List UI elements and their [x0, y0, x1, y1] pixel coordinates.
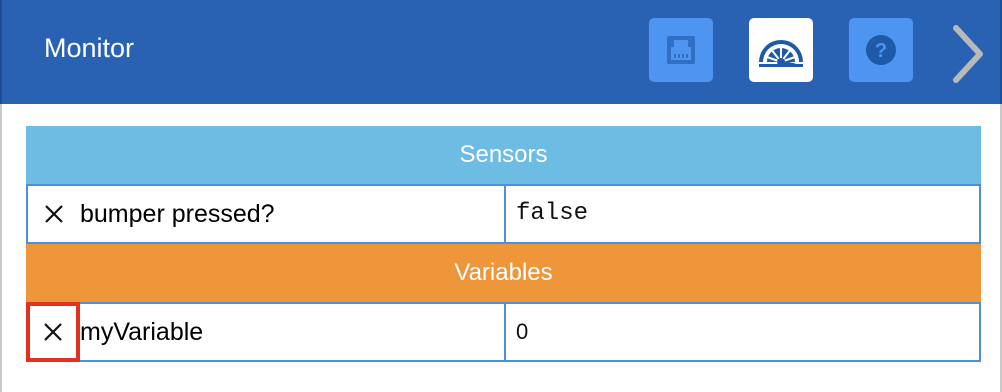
- sensor-label: bumper pressed?: [80, 200, 275, 228]
- column-divider: [504, 186, 506, 242]
- gauge-icon: [759, 40, 803, 67]
- monitor-header: Monitor ?: [0, 0, 1002, 104]
- monitor-gauge-button[interactable]: [749, 18, 813, 82]
- close-icon: [45, 205, 63, 223]
- page-title: Monitor: [44, 33, 135, 63]
- help-button[interactable]: ?: [849, 18, 913, 82]
- sensor-row-bumper: bumper pressed? false: [26, 184, 981, 244]
- variable-row-myvariable: myVariable 0: [26, 302, 981, 362]
- sensor-value: false: [516, 200, 589, 227]
- remove-sensor-button[interactable]: [30, 188, 78, 240]
- device-port-button[interactable]: [649, 18, 713, 82]
- chevron-right-icon[interactable]: [946, 22, 986, 86]
- device-port-icon: [667, 36, 695, 64]
- sensors-section-header: Sensors: [26, 126, 981, 184]
- help-icon: ?: [866, 35, 896, 65]
- variable-label: myVariable: [80, 318, 204, 346]
- column-divider: [504, 304, 506, 360]
- remove-variable-button[interactable]: [26, 302, 80, 362]
- close-icon: [44, 323, 62, 341]
- svg-text:?: ?: [875, 40, 887, 62]
- variable-value: 0: [516, 319, 529, 344]
- variables-section-header: Variables: [26, 244, 981, 302]
- monitor-panel: Sensors bumper pressed? false Variables …: [0, 104, 1002, 392]
